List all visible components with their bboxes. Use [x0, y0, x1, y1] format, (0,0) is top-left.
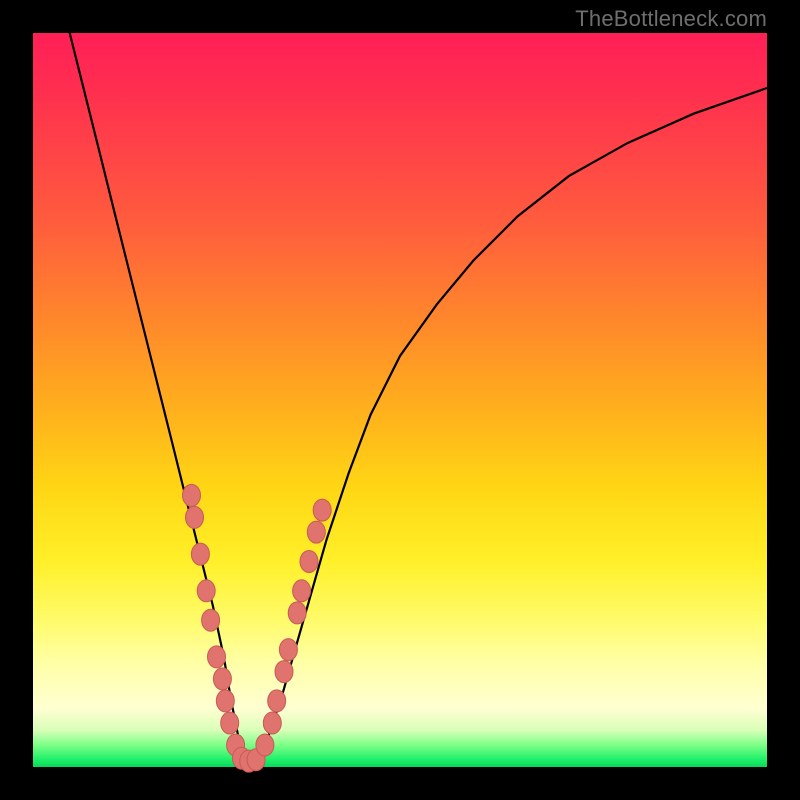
curve-marker — [202, 609, 220, 631]
curve-marker — [256, 734, 274, 756]
curve-marker — [183, 484, 201, 506]
curve-marker — [300, 551, 318, 573]
chart-svg — [33, 33, 767, 767]
curve-marker — [221, 712, 239, 734]
curve-marker — [197, 580, 215, 602]
curve-marker — [293, 580, 311, 602]
curve-marker — [216, 690, 234, 712]
curve-marker — [213, 668, 231, 690]
curve-marker — [191, 543, 209, 565]
marker-group — [183, 484, 332, 772]
curve-marker — [275, 661, 293, 683]
curve-marker — [268, 690, 286, 712]
plot-area — [33, 33, 767, 767]
curve-marker — [288, 602, 306, 624]
curve-marker — [208, 646, 226, 668]
curve-marker — [307, 521, 325, 543]
curve-marker — [263, 712, 281, 734]
curve-marker — [313, 499, 331, 521]
curve-marker — [186, 506, 204, 528]
curve-marker — [279, 639, 297, 661]
chart-frame: TheBottleneck.com — [0, 0, 800, 800]
watermark-text: TheBottleneck.com — [575, 6, 767, 32]
bottleneck-curve — [70, 33, 767, 761]
